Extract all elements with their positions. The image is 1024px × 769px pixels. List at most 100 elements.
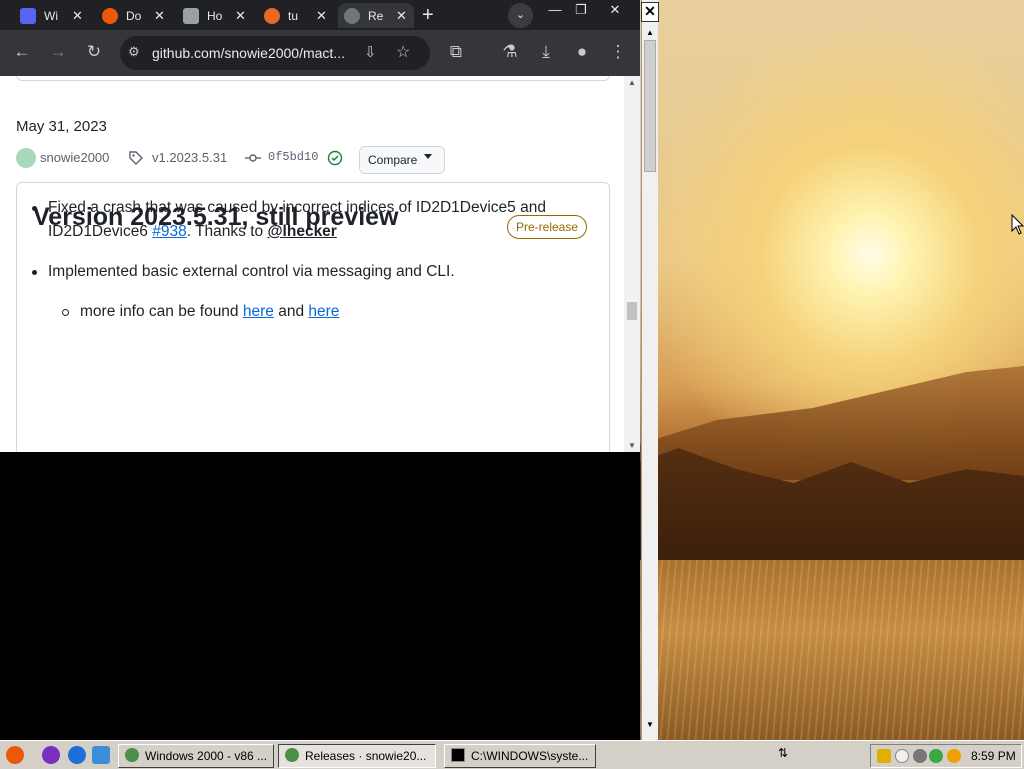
close-tab-icon[interactable]: ✕ (316, 8, 327, 24)
taskbar-label: C:\WINDOWS\syste... (471, 749, 589, 763)
tray-app-icon[interactable] (929, 749, 943, 763)
system-tray: 8:59 PM (870, 744, 1022, 768)
avatar[interactable] (16, 148, 36, 168)
tab-5-active[interactable]: Re ✕ (338, 3, 414, 28)
close-tab-icon[interactable]: ✕ (72, 8, 83, 24)
verified-check-icon[interactable] (327, 150, 343, 166)
back-icon[interactable]: ← (10, 40, 34, 64)
console-scrollbar[interactable]: ▲ ▼ (641, 0, 658, 740)
user-mention-link[interactable]: @lhecker (267, 223, 336, 240)
close-tab-icon[interactable]: ✕ (154, 8, 165, 24)
tray-app-icon[interactable] (895, 749, 909, 763)
close-tab-icon[interactable]: ✕ (235, 8, 246, 24)
tab-title: Do (126, 8, 142, 23)
app-icon (264, 7, 280, 24)
taskbar-label: Releases · snowie20... (305, 749, 427, 763)
list-item: Fixed a crash that was caused by incorre… (32, 196, 572, 244)
mouse-cursor-icon (1011, 214, 1024, 235)
note-text: and (273, 303, 309, 320)
scroll-thumb[interactable] (627, 302, 637, 320)
taskbar-label: Windows 2000 - v86 ... (145, 749, 268, 763)
tray-app-icon[interactable] (947, 749, 961, 763)
close-window-icon[interactable]: ✕ (606, 0, 624, 22)
forward-icon[interactable]: → (46, 40, 70, 64)
note-text: more info can be found (80, 303, 243, 320)
discord-icon (20, 7, 36, 24)
security-icon[interactable] (877, 749, 891, 763)
tag-icon (129, 151, 143, 165)
scroll-up-icon[interactable]: ▲ (646, 28, 654, 37)
start-icon[interactable] (6, 746, 24, 764)
restore-icon[interactable]: ❐ (572, 0, 590, 22)
tab-title: Wi (44, 8, 58, 23)
taskbar-button-releases[interactable]: Releases · snowie20... (278, 744, 436, 768)
chevron-down-icon (424, 154, 432, 159)
scroll-down-icon[interactable]: ▼ (646, 720, 654, 729)
note-text: . Thanks to (186, 223, 268, 240)
taskbar: Windows 2000 - v86 ... Releases · snowie… (0, 740, 1024, 769)
app-launcher-icon[interactable] (42, 746, 60, 764)
install-app-icon[interactable]: ⇩ (364, 43, 377, 61)
here-link-1[interactable]: here (243, 303, 274, 320)
compare-label: Compare (368, 153, 418, 167)
app-icon (102, 7, 118, 24)
bookmark-star-icon[interactable]: ☆ (396, 42, 410, 62)
desktop-wallpaper (640, 0, 1024, 740)
tab-2[interactable]: Do ✕ (96, 3, 176, 28)
site-info-icon[interactable]: ⚙ (128, 44, 140, 60)
chrome-icon (125, 748, 139, 762)
tab-3[interactable]: Ho ✕ (177, 3, 257, 28)
tab-search-icon[interactable]: ⌄ (508, 3, 533, 28)
previous-release-card (16, 76, 610, 81)
tab-title: Ho (207, 8, 223, 23)
compare-button[interactable]: Compare (359, 146, 445, 174)
profile-icon[interactable]: ● (570, 40, 594, 64)
url-text[interactable]: github.com/snowie2000/mact... (152, 45, 345, 61)
list-item: Implemented basic external control via m… (32, 260, 572, 284)
cmd-icon (451, 748, 465, 762)
menu-icon[interactable]: ⋮ (606, 40, 630, 64)
tray-app-icon[interactable] (913, 749, 927, 763)
labs-icon[interactable]: ⚗ (498, 40, 522, 64)
commit-icon (245, 154, 261, 162)
tab-strip: Wi ✕ Do ✕ Ho ✕ tu ✕ Re ✕ + ⌄ — ❐ ✕ (0, 0, 640, 30)
network-icon[interactable]: ⇅ (778, 746, 788, 760)
here-link-2[interactable]: here (308, 303, 339, 320)
taskbar-button-cmd[interactable]: C:\WINDOWS\syste... (444, 744, 596, 768)
tab-title: Re (368, 8, 384, 23)
page-icon (183, 7, 199, 24)
reload-icon[interactable]: ↻ (82, 40, 106, 64)
wallpaper-grass (640, 560, 1024, 740)
issue-link[interactable]: #938 (152, 223, 186, 240)
page-scrollbar[interactable]: ▲ ▼ (624, 76, 640, 452)
chrome-icon (285, 748, 299, 762)
scroll-down-icon[interactable]: ▼ (628, 441, 636, 450)
browser-window: Wi ✕ Do ✕ Ho ✕ tu ✕ Re ✕ + ⌄ — ❐ ✕ ← → ↻… (0, 0, 640, 452)
close-icon[interactable]: ✕ (641, 2, 659, 22)
release-notes: Fixed a crash that was caused by incorre… (32, 196, 572, 324)
browser-toolbar: ← → ↻ ⚙ github.com/snowie2000/mact... ⇩ … (0, 30, 640, 76)
sub-list-item: more info can be found here and here (32, 300, 572, 324)
scroll-up-icon[interactable]: ▲ (628, 78, 636, 87)
extensions-icon[interactable]: ⧉ (444, 40, 468, 64)
release-date: May 31, 2023 (16, 118, 107, 135)
downloads-icon[interactable]: ⤓ (534, 40, 558, 64)
page-content: May 31, 2023 snowie2000 v1.2023.5.31 0f5… (0, 76, 624, 452)
internet-explorer-icon[interactable] (68, 746, 86, 764)
new-tab-icon[interactable]: + (422, 4, 434, 27)
tab-title: tu (288, 8, 299, 23)
tab-4[interactable]: tu ✕ (258, 3, 338, 28)
address-bar[interactable]: ⚙ github.com/snowie2000/mact... ⇩ ☆ (120, 36, 430, 70)
taskbar-button-windows2000[interactable]: Windows 2000 - v86 ... (118, 744, 274, 768)
author-link[interactable]: snowie2000 (40, 150, 109, 165)
note-text: Implemented basic external control via m… (48, 263, 455, 280)
scroll-thumb[interactable] (644, 40, 656, 172)
clock[interactable]: 8:59 PM (971, 749, 1016, 763)
close-tab-icon[interactable]: ✕ (396, 8, 407, 24)
minimize-icon[interactable]: — (546, 0, 564, 22)
tab-1[interactable]: Wi ✕ (14, 3, 94, 28)
commit-link[interactable]: 0f5bd10 (268, 150, 318, 164)
github-icon (344, 7, 360, 24)
show-desktop-icon[interactable] (92, 746, 110, 764)
tag-link[interactable]: v1.2023.5.31 (152, 150, 227, 165)
